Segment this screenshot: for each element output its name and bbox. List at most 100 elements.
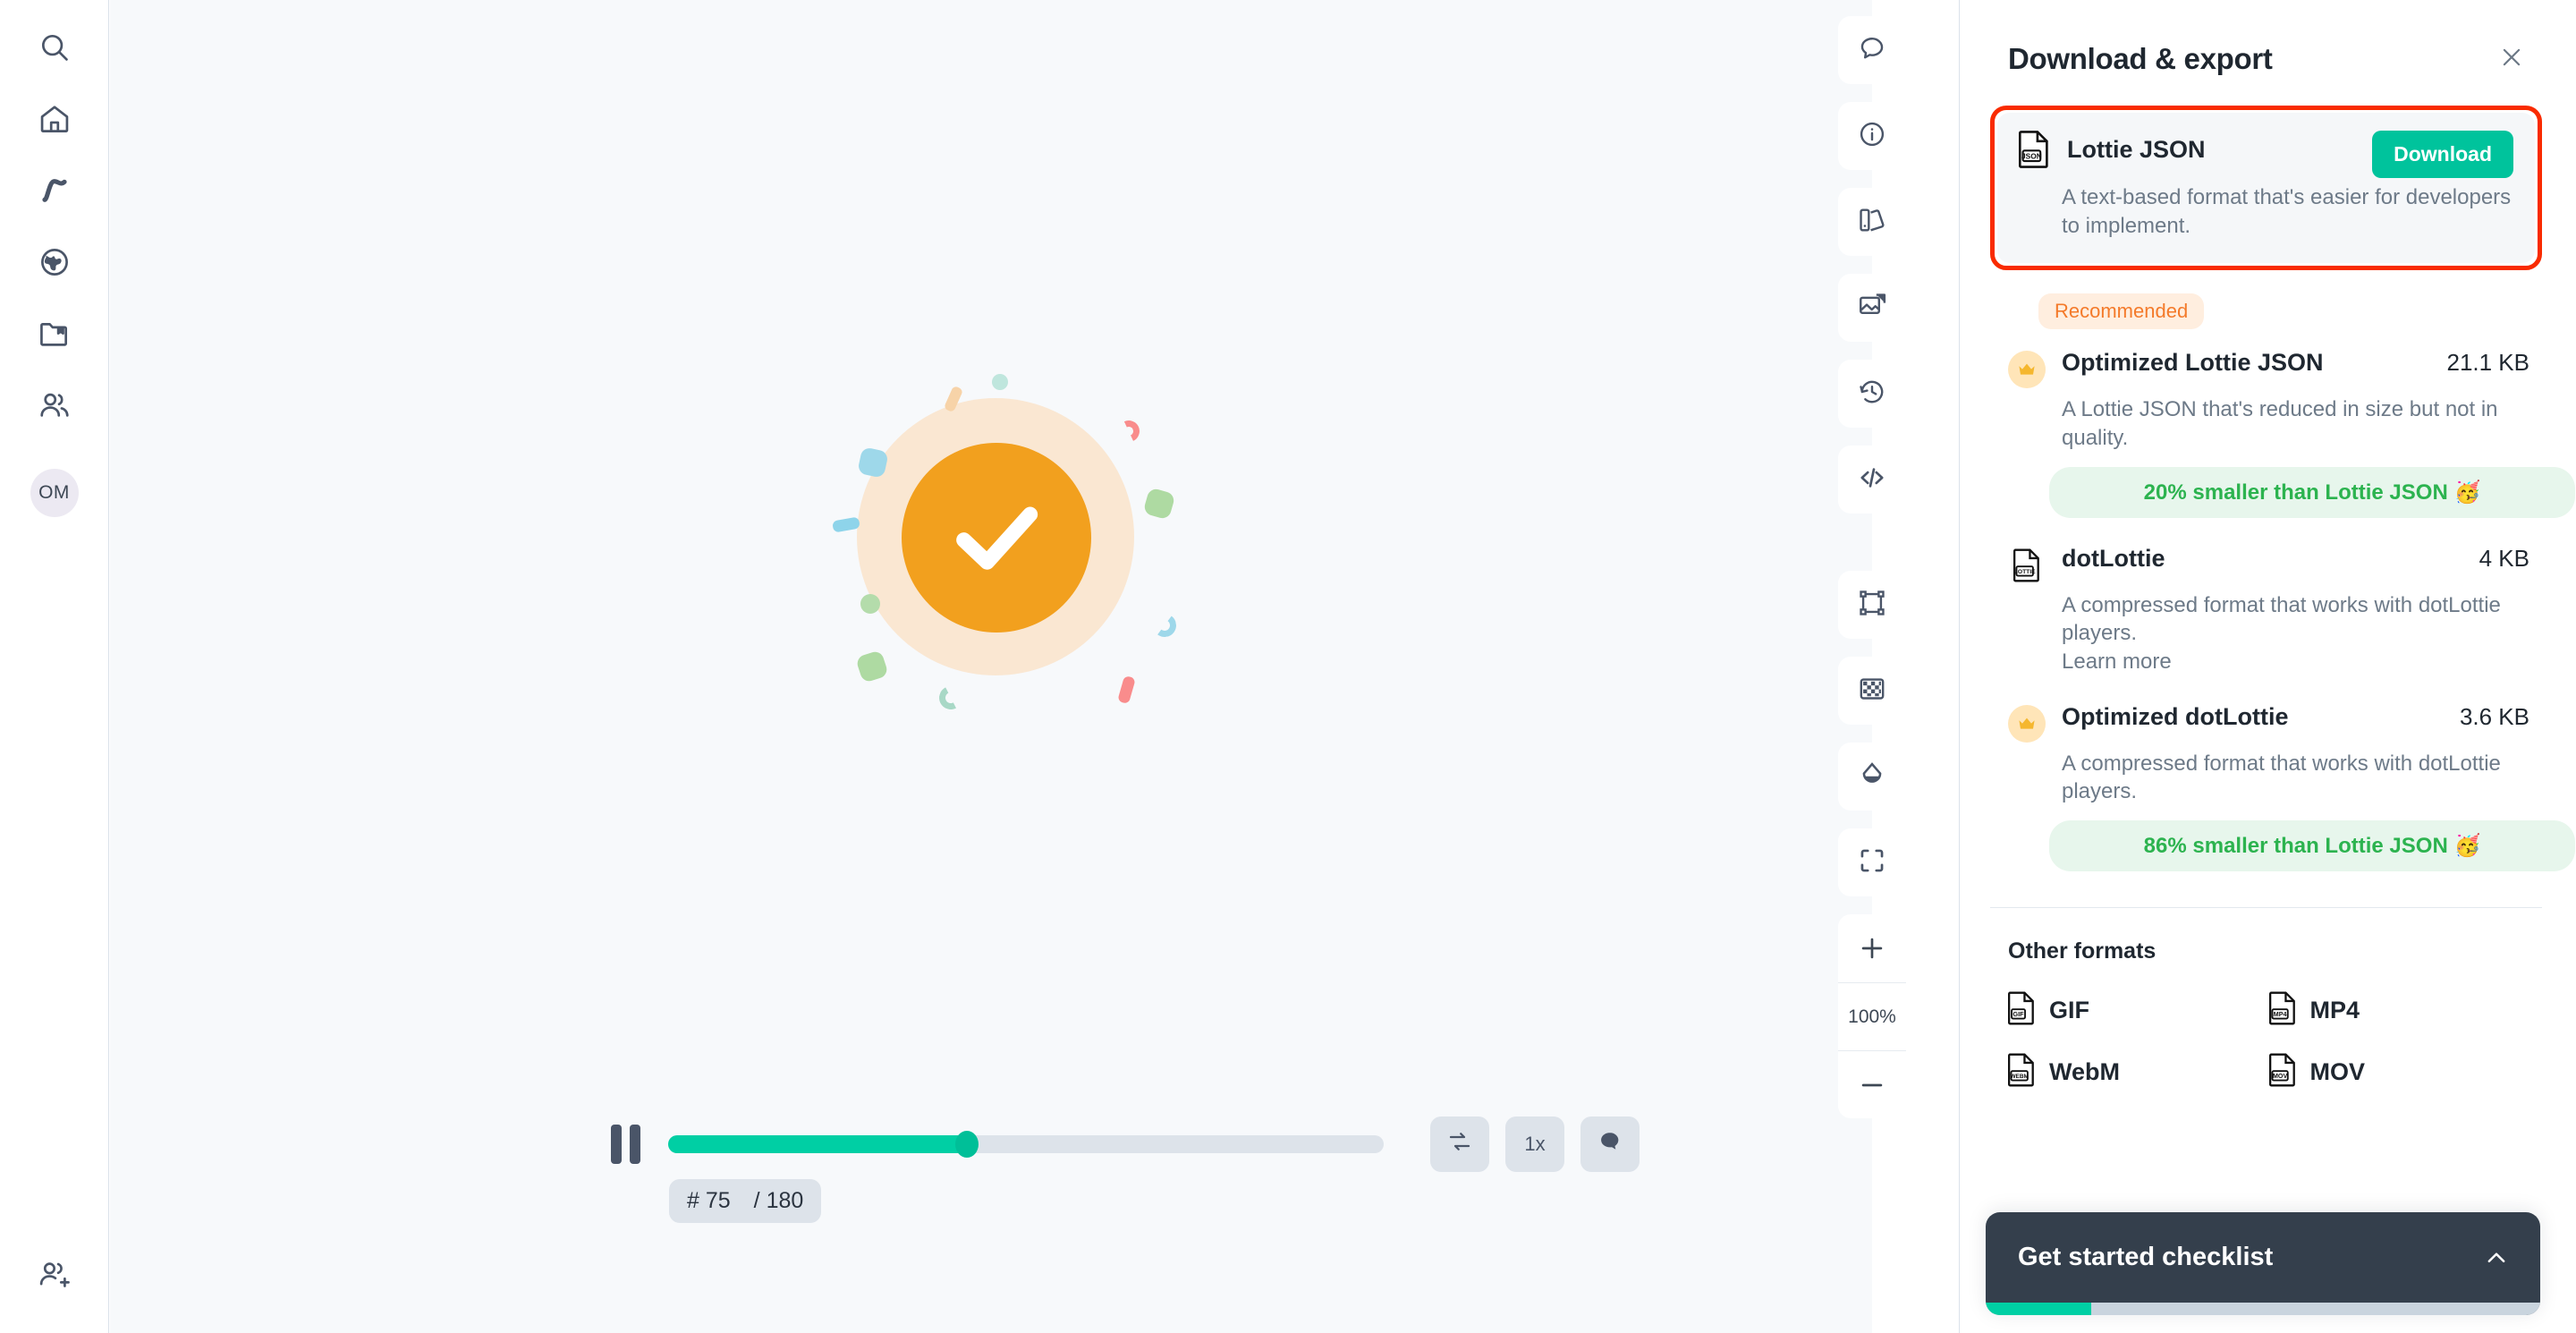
savings-badge: 86% smaller than Lottie JSON 🥳 <box>2049 820 2575 872</box>
chevron-up-icon[interactable] <box>2483 1244 2510 1271</box>
confetti-piece <box>992 374 1008 390</box>
comment-button[interactable] <box>1580 1116 1640 1172</box>
confetti-piece <box>1151 612 1178 639</box>
playback-row: 1x <box>611 1116 1711 1172</box>
format-name: Lottie JSON <box>2067 136 2206 163</box>
other-format-label: MP4 <box>2309 997 2360 1024</box>
avatar[interactable]: OM <box>30 469 79 517</box>
mp4-file-icon: MP4 <box>2268 991 2296 1030</box>
close-button[interactable] <box>2494 41 2529 77</box>
format-row-header: LOTTIE dotLottie 4 KB <box>2008 545 2529 584</box>
loop-icon <box>1446 1128 1473 1160</box>
bounding-box-icon <box>1857 588 1887 623</box>
confetti-piece <box>1114 417 1143 446</box>
close-icon <box>2498 44 2525 75</box>
confetti-piece <box>855 650 889 683</box>
svg-text:WEBM: WEBM <box>2010 1074 2028 1080</box>
toolbar-assets-button[interactable] <box>1838 274 1906 342</box>
confetti-piece <box>1117 675 1136 705</box>
mov-file-icon: MOV <box>2268 1053 2296 1091</box>
playback-controls: 1x # 75 / 180 <box>110 1109 1872 1226</box>
get-started-checklist[interactable]: Get started checklist <box>1986 1212 2540 1315</box>
toolbar-comments-button[interactable] <box>1838 16 1906 84</box>
toolbar-theme-button[interactable] <box>1838 743 1906 811</box>
info-icon <box>1857 119 1887 154</box>
format-size: 4 KB <box>2479 544 2529 572</box>
home-icon <box>38 102 72 136</box>
format-description: A compressed format that works with dotL… <box>2062 592 2501 646</box>
toolbar-history-button[interactable] <box>1838 360 1906 428</box>
toolbar-canvas-size-button[interactable] <box>1838 571 1906 639</box>
svg-text:MOV: MOV <box>2272 1073 2287 1080</box>
folder-bookmark-icon <box>38 317 72 351</box>
zoom-in-button[interactable] <box>1838 914 1906 982</box>
media-icon <box>1857 291 1887 326</box>
format-row-optimized-lottie-json[interactable]: Optimized Lottie JSON 21.1 KB A Lottie J… <box>1960 349 2576 518</box>
format-description: A Lottie JSON that's reduced in size but… <box>2062 397 2498 451</box>
pause-bar-left <box>611 1125 622 1164</box>
zoom-out-button[interactable] <box>1838 1050 1906 1118</box>
toolbar-fit-screen-button[interactable] <box>1838 828 1906 896</box>
toolbar-colors-button[interactable] <box>1838 188 1906 256</box>
learn-more-link[interactable]: Learn more <box>2062 648 2529 676</box>
crown-icon <box>2008 704 2046 743</box>
sidebar-item-animations[interactable] <box>27 163 82 218</box>
globe-icon <box>38 245 72 279</box>
checklist-progress-track <box>1986 1303 2540 1315</box>
other-format-webm[interactable]: WEBM WebM <box>2008 1053 2269 1091</box>
other-format-mov[interactable]: MOV MOV <box>2268 1053 2530 1091</box>
format-name: dotLottie <box>2062 544 2165 572</box>
palette-icon <box>1857 205 1887 240</box>
other-format-mp4[interactable]: MP4 MP4 <box>2268 991 2530 1030</box>
format-row-optimized-dotlottie[interactable]: Optimized dotLottie 3.6 KB A compressed … <box>1960 703 2576 872</box>
toolbar-code-button[interactable] <box>1838 446 1906 514</box>
toolbar-bottom-group: 100% <box>1838 571 1910 1118</box>
other-format-label: WebM <box>2049 1058 2120 1086</box>
users-icon <box>38 388 72 422</box>
toolbar-transparency-button[interactable] <box>1838 657 1906 725</box>
download-button[interactable]: Download <box>2372 131 2513 178</box>
timeline-handle[interactable] <box>954 1131 979 1158</box>
svg-text:GIF: GIF <box>2012 1010 2024 1018</box>
sidebar-item-workspace[interactable] <box>27 306 82 361</box>
panel-header: Download & export <box>1960 0 2576 77</box>
zoom-level-label[interactable]: 100% <box>1838 982 1906 1050</box>
sidebar-item-teams[interactable] <box>27 378 82 433</box>
toolbar-info-button[interactable] <box>1838 102 1906 170</box>
format-name: Optimized dotLottie <box>2062 702 2289 730</box>
loop-button[interactable] <box>1430 1116 1489 1172</box>
confetti-piece <box>936 683 966 713</box>
format-row-header: Optimized dotLottie 3.6 KB <box>2008 703 2529 743</box>
animation-canvas[interactable]: 1x # 75 / 180 <box>110 0 1872 1333</box>
checklist-title: Get started checklist <box>2018 1243 2274 1271</box>
sidebar-item-discover[interactable] <box>27 234 82 290</box>
right-toolbar: 100% <box>1838 0 1910 1118</box>
other-format-gif[interactable]: GIF GIF <box>2008 991 2269 1030</box>
add-user-icon <box>38 1258 72 1292</box>
toolbar-top-group <box>1838 0 1910 514</box>
format-card-lottie-json[interactable]: JSON Lottie JSON Download A text-based f… <box>1997 113 2535 264</box>
checklist-progress-fill <box>1986 1303 2091 1315</box>
gif-file-icon: GIF <box>2008 991 2035 1030</box>
comment-filled-icon <box>1597 1129 1623 1159</box>
sidebar-item-search[interactable] <box>27 20 82 75</box>
svg-text:LOTTIE: LOTTIE <box>2014 569 2036 575</box>
speed-button[interactable]: 1x <box>1505 1116 1564 1172</box>
checklist-header[interactable]: Get started checklist <box>1986 1212 2540 1303</box>
other-format-label: GIF <box>2049 997 2089 1024</box>
history-icon <box>1857 377 1887 412</box>
format-name: Optimized Lottie JSON <box>2062 349 2324 377</box>
sidebar-item-invite[interactable] <box>27 1247 82 1303</box>
fit-screen-icon <box>1857 845 1887 880</box>
search-icon <box>38 30 72 64</box>
pause-button[interactable] <box>611 1124 648 1165</box>
left-sidebar: OM <box>0 0 109 1333</box>
page-title: Download & export <box>2008 42 2273 75</box>
format-row-dotlottie[interactable]: LOTTIE dotLottie 4 KB A compressed forma… <box>1960 545 2576 676</box>
format-description: A compressed format that works with dotL… <box>2062 751 2501 804</box>
highlight-outline: JSON Lottie JSON Download A text-based f… <box>1990 106 2542 271</box>
savings-badge: 20% smaller than Lottie JSON 🥳 <box>2049 466 2575 518</box>
frame-counter[interactable]: # 75 / 180 <box>669 1179 822 1223</box>
sidebar-item-home[interactable] <box>27 91 82 147</box>
timeline-scrubber[interactable] <box>668 1131 1384 1158</box>
